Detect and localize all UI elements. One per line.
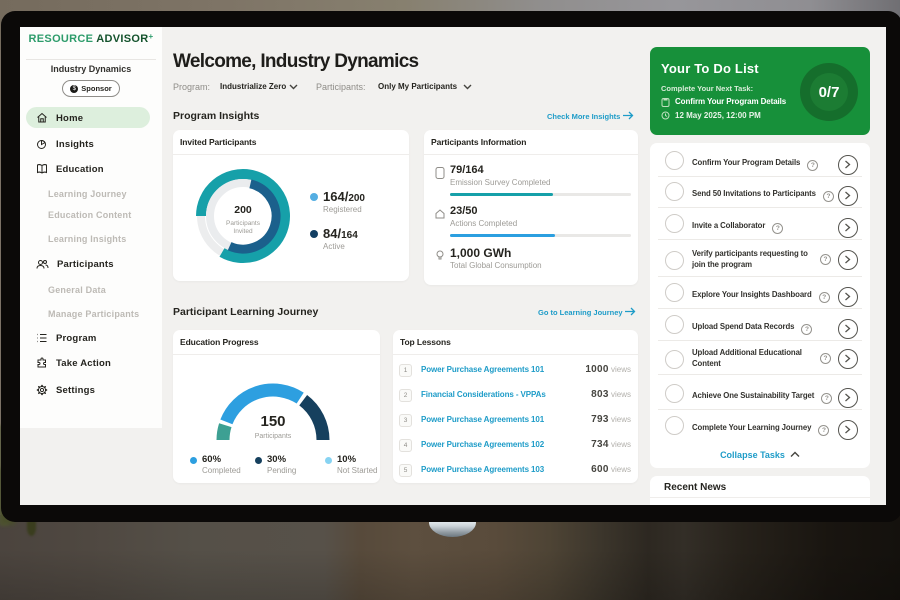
- svg-text:150: 150: [260, 413, 285, 430]
- svg-text:Participants: Participants: [226, 220, 261, 227]
- svg-text:200: 200: [234, 204, 252, 216]
- svg-text:Invited: Invited: [233, 228, 253, 235]
- svg-text:Participants: Participants: [255, 433, 292, 440]
